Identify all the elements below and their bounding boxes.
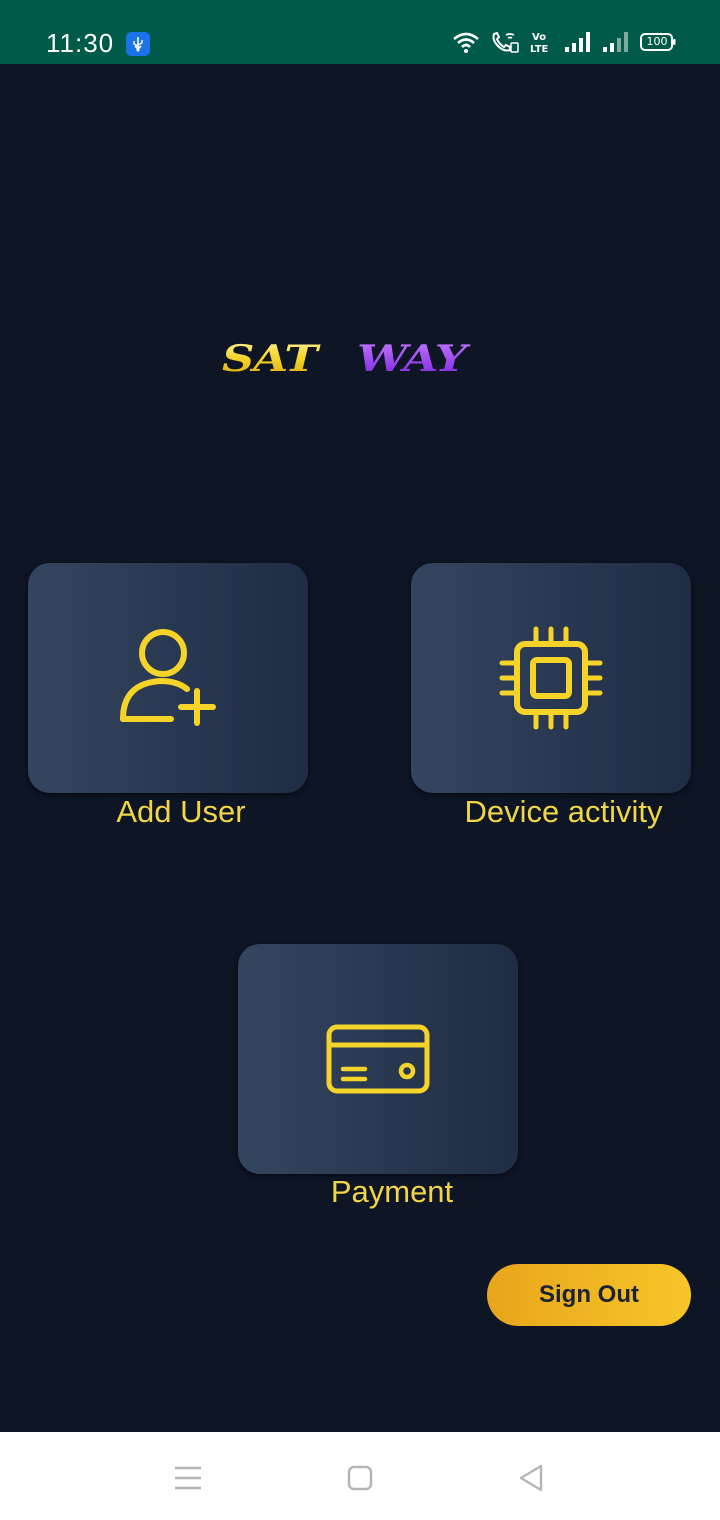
svg-text:Vo: Vo [532,32,546,43]
wifi-icon [453,32,479,53]
home-square-icon[interactable] [340,1458,380,1498]
device-activity-label: Device activity [464,794,663,829]
payment-label: Payment [330,1174,454,1209]
payment-tile[interactable] [238,944,518,1174]
add-user-icon [120,629,216,726]
volte-icon: Vo LTE [530,32,549,54]
logo-text-sat: SAT [222,337,321,379]
back-triangle-icon[interactable] [511,1458,551,1498]
signal-icon-2 [603,32,628,52]
system-nav-bar [0,1432,720,1520]
add-user-label: Add User [116,794,246,829]
logo-text-way: WAY [357,337,471,379]
signal-icon [565,32,590,52]
status-icons: Vo LTE 100 [452,30,676,54]
status-bar: 11:30 Vo LTE 100 [0,0,720,64]
credit-card-icon [326,1024,430,1094]
wifi-calling-icon [492,31,519,53]
sign-out-button[interactable]: Sign Out [487,1264,691,1326]
add-user-tile[interactable] [28,563,308,793]
battery-icon: 100 [640,32,676,52]
chip-icon [499,626,603,730]
battery-level: 100 [646,35,668,48]
device-activity-tile[interactable] [411,563,691,793]
menu-icon[interactable] [168,1458,208,1498]
usb-icon [126,32,150,56]
svg-text:LTE: LTE [530,44,549,54]
satway-logo: SAT WAY [222,335,496,381]
status-time: 11:30 [46,28,115,58]
